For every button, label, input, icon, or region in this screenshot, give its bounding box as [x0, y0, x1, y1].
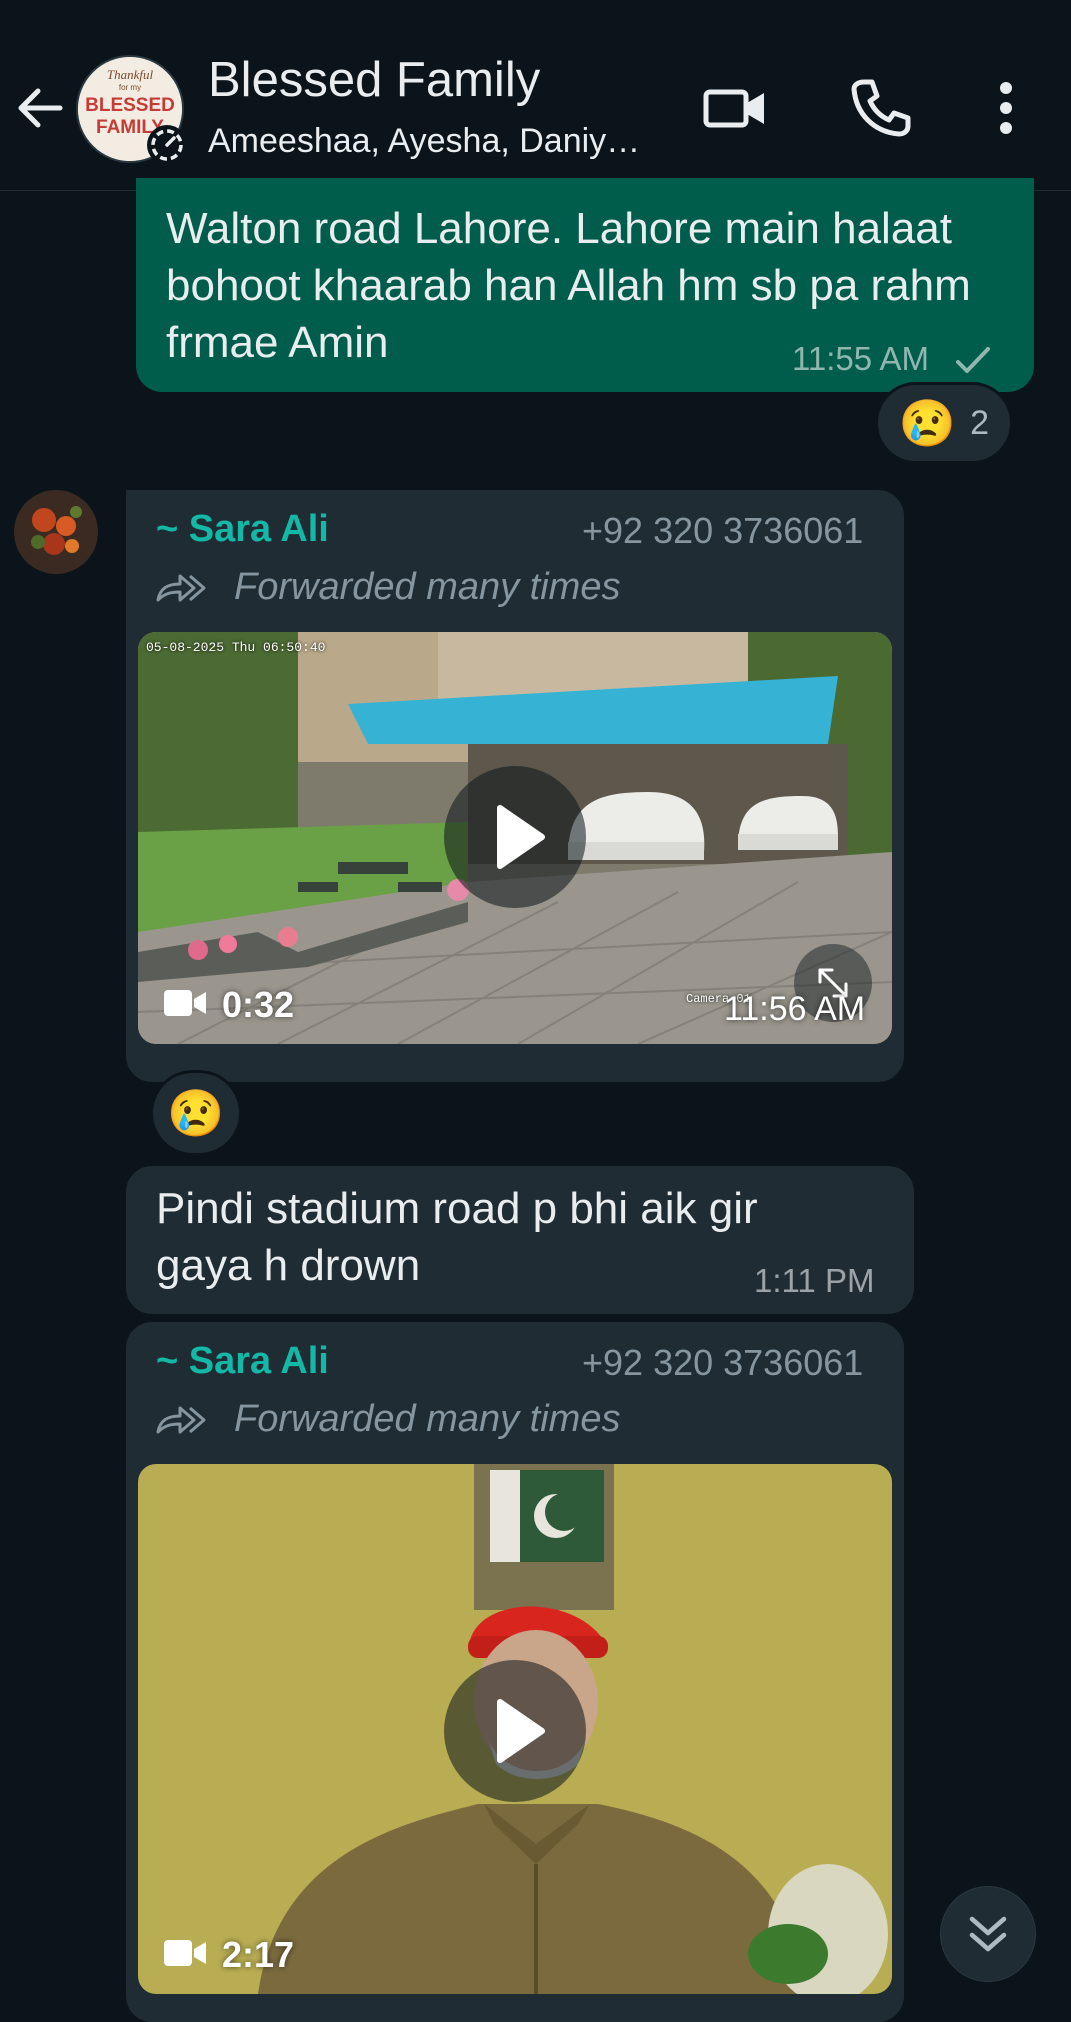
forwarded-icon: [156, 1406, 206, 1434]
chat-header: Thankful for my BLESSED FAMILY Blessed F…: [0, 0, 1071, 191]
message-time: 11:55 AM: [792, 340, 929, 377]
scroll-to-bottom-button[interactable]: [940, 1886, 1036, 1982]
video-camera-icon: [164, 1940, 206, 1966]
chat-title[interactable]: Blessed Family: [208, 52, 540, 108]
message-time: 11:56 AM: [724, 990, 866, 1028]
video-duration: 0:32: [222, 984, 295, 1025]
status-update-icon: [147, 125, 187, 165]
double-chevron-down-icon: [969, 1916, 1007, 1952]
cctv-overlay: 05-08-2025 Thu 06:50:40: [146, 640, 326, 655]
sender-name[interactable]: ~ Sara Ali: [156, 1340, 329, 1383]
sender-avatar[interactable]: [14, 490, 98, 574]
message-time: 1:11 PM: [754, 1262, 875, 1299]
reaction-badge[interactable]: 😢 2: [875, 382, 1013, 464]
play-button[interactable]: [444, 1660, 586, 1802]
incoming-video-message[interactable]: ~ Sara Ali +92 320 3736061 Forwarded man…: [126, 1322, 904, 2022]
video-camera-icon[interactable]: [700, 72, 772, 144]
arrow-left-icon[interactable]: [14, 82, 66, 134]
svg-text:Thankful: Thankful: [107, 67, 154, 82]
more-vertical-icon[interactable]: [970, 72, 1042, 144]
svg-text:for my: for my: [119, 83, 141, 92]
play-icon: [497, 805, 545, 869]
sender-name[interactable]: ~ Sara Ali: [156, 508, 329, 551]
crying-emoji: 😢: [167, 1087, 225, 1139]
crying-emoji: 😢: [898, 397, 957, 449]
reaction-count: 2: [970, 403, 990, 442]
video-thumbnail[interactable]: 2:17: [138, 1464, 892, 1994]
forwarded-label: Forwarded many times: [234, 566, 621, 608]
sent-check-icon: [956, 347, 990, 373]
phone-icon[interactable]: [844, 72, 916, 144]
forwarded-icon: [156, 574, 206, 602]
play-button[interactable]: [444, 766, 586, 908]
reaction-badge[interactable]: 😢: [150, 1070, 242, 1156]
forwarded-label: Forwarded many times: [234, 1398, 621, 1440]
video-duration: 2:17: [222, 1934, 295, 1975]
outgoing-message[interactable]: Walton road Lahore. Lahore main halaat b…: [136, 178, 1034, 392]
incoming-video-message[interactable]: ~ Sara Ali +92 320 3736061 Forwarded man…: [126, 490, 904, 1082]
video-camera-icon: [164, 990, 206, 1016]
chat-participants[interactable]: Ameeshaa, Ayesha, Daniy…: [208, 122, 658, 161]
sender-phone: +92 320 3736061: [582, 1342, 864, 1383]
svg-text:BLESSED: BLESSED: [85, 95, 175, 116]
incoming-message[interactable]: Pindi stadium road p bhi aik gir gaya h …: [126, 1166, 914, 1314]
play-icon: [497, 1699, 545, 1763]
video-thumbnail[interactable]: 05-08-2025 Thu 06:50:40 Camera 01 0:32 1…: [138, 632, 892, 1044]
message-text: Pindi stadium road p bhi aik gir gaya h …: [156, 1184, 758, 1290]
sender-phone: +92 320 3736061: [582, 510, 864, 551]
